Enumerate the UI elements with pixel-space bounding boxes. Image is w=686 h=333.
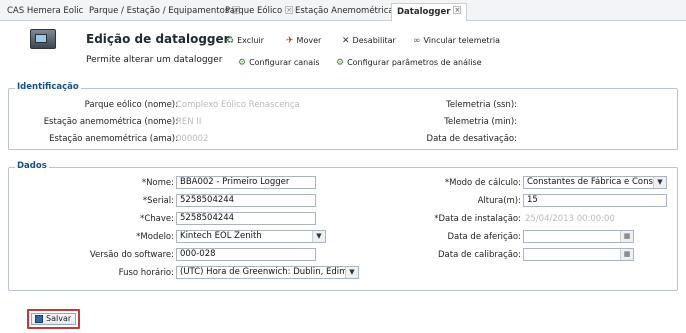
- fuso-select[interactable]: (UTC) Hora de Greenwich: Dublin, Edimbu ▼: [176, 266, 359, 279]
- dados-panel: Dados *Nome: BBA002 - Primeiro Logger *S…: [8, 161, 678, 291]
- estacao-ama-label: Estação anemométrica (ama):: [49, 134, 178, 144]
- move-icon: ✈: [286, 36, 294, 46]
- floppy-disk-icon: [35, 315, 43, 323]
- data-calibracao-label: Data de calibração:: [438, 250, 521, 260]
- telemetria-ssn-label: Telemetria (ssn):: [446, 100, 517, 110]
- tab-label: Parque / Estação / Equipamentos: [89, 6, 230, 16]
- estacao-nome-label: Estação anemométrica (nome):: [43, 117, 178, 127]
- tab-cas-hemera-eolic[interactable]: CAS Hemera Eolic: [2, 4, 88, 21]
- trash-icon: ♻: [226, 36, 235, 46]
- modo-value: Constantes de Fábrica e Constan: [527, 177, 667, 187]
- delete-button[interactable]: ♻ Excluir: [226, 36, 264, 46]
- estacao-ama-value: 000002: [176, 134, 209, 144]
- configure-analysis-label: Configurar parâmetros de análise: [347, 58, 482, 67]
- delete-label: Excluir: [237, 36, 264, 45]
- settings-icon: ⚙: [336, 58, 345, 68]
- tab-label: CAS Hemera Eolic: [7, 6, 84, 16]
- identificacao-panel: Identificação Parque eólico (nome): Comp…: [8, 82, 678, 150]
- versao-label: Versão do software:: [89, 250, 174, 260]
- link-telemetry-button[interactable]: ∞ Vincular telemetria: [413, 36, 500, 46]
- page-subtitle: Permite alterar um datalogger: [86, 55, 223, 65]
- link-icon: ∞: [413, 36, 421, 46]
- estacao-nome-value: REN II: [176, 117, 202, 127]
- modelo-label: *Modelo:: [136, 232, 174, 242]
- disable-label: Desabilitar: [352, 36, 396, 45]
- disable-icon: ✕: [342, 36, 350, 46]
- data-instalacao-value: 25/04/2013 00:00:00: [525, 214, 615, 224]
- data-calibracao-input[interactable]: ▦: [523, 248, 634, 261]
- tab-parque-eolico[interactable]: Parque Eólico ×: [220, 4, 298, 21]
- tab-datalogger[interactable]: Datalogger ×: [391, 3, 468, 22]
- settings-icon: ⚙: [238, 58, 247, 68]
- tab-label: Parque Eólico: [225, 6, 283, 16]
- fuso-label: Fuso horário:: [118, 268, 174, 278]
- move-button[interactable]: ✈ Mover: [286, 36, 321, 46]
- chave-input[interactable]: 5258504244: [176, 212, 316, 225]
- versao-input[interactable]: 000-028: [176, 248, 316, 261]
- nome-label: *Nome:: [141, 178, 174, 188]
- save-button-highlight: Salvar: [27, 309, 80, 329]
- calendar-icon[interactable]: ▦: [620, 231, 633, 242]
- page-title: Edição de datalogger: [86, 32, 230, 46]
- dados-legend: Dados: [15, 161, 49, 171]
- tab-label: Estação Anemométrica: [295, 6, 394, 16]
- configure-channels-label: Configurar canais: [249, 58, 320, 67]
- chevron-down-icon[interactable]: ▼: [312, 231, 325, 242]
- move-label: Mover: [296, 36, 322, 45]
- nome-input[interactable]: BBA002 - Primeiro Logger: [176, 176, 316, 189]
- data-desativacao-label: Data de desativação:: [426, 134, 517, 144]
- calendar-icon[interactable]: ▦: [620, 249, 633, 260]
- modelo-value: Kintech EOL Zenith: [180, 231, 262, 241]
- disable-button[interactable]: ✕ Desabilitar: [342, 36, 396, 46]
- identificacao-legend: Identificação: [15, 82, 81, 92]
- fuso-value: (UTC) Hora de Greenwich: Dublin, Edimbu: [180, 267, 359, 277]
- altura-input[interactable]: 15: [523, 194, 667, 207]
- data-instalacao-label: *Data de instalação:: [434, 214, 521, 224]
- modo-label: *Modo de cálculo:: [444, 178, 521, 188]
- telemetria-min-label: Telemetria (min):: [444, 117, 517, 127]
- data-afericao-label: Data de aferição:: [447, 232, 521, 242]
- configure-channels-button[interactable]: ⚙ Configurar canais: [238, 58, 320, 68]
- serial-label: *Serial:: [142, 196, 174, 206]
- tab-label: Datalogger: [397, 7, 451, 17]
- modelo-select[interactable]: Kintech EOL Zenith ▼: [176, 230, 326, 243]
- parque-value: Complexo Eólico Renascença: [176, 100, 300, 110]
- tab-bar: CAS Hemera Eolic Parque / Estação / Equi…: [0, 0, 686, 22]
- save-button[interactable]: Salvar: [31, 313, 76, 325]
- altura-label: Altura(m):: [477, 196, 521, 206]
- chevron-down-icon[interactable]: ▼: [345, 267, 358, 278]
- close-icon[interactable]: ×: [453, 6, 462, 14]
- parque-label: Parque eólico (nome):: [84, 100, 178, 110]
- datalogger-icon: [30, 29, 56, 49]
- save-label: Salvar: [46, 314, 72, 323]
- configure-analysis-button[interactable]: ⚙ Configurar parâmetros de análise: [336, 58, 482, 68]
- serial-input[interactable]: 5258504244: [176, 194, 316, 207]
- modo-select[interactable]: Constantes de Fábrica e Constan ▼: [523, 176, 667, 189]
- chave-label: *Chave:: [140, 214, 174, 224]
- link-telemetry-label: Vincular telemetria: [423, 36, 500, 45]
- data-afericao-input[interactable]: ▦: [523, 230, 634, 243]
- chevron-down-icon[interactable]: ▼: [653, 177, 666, 188]
